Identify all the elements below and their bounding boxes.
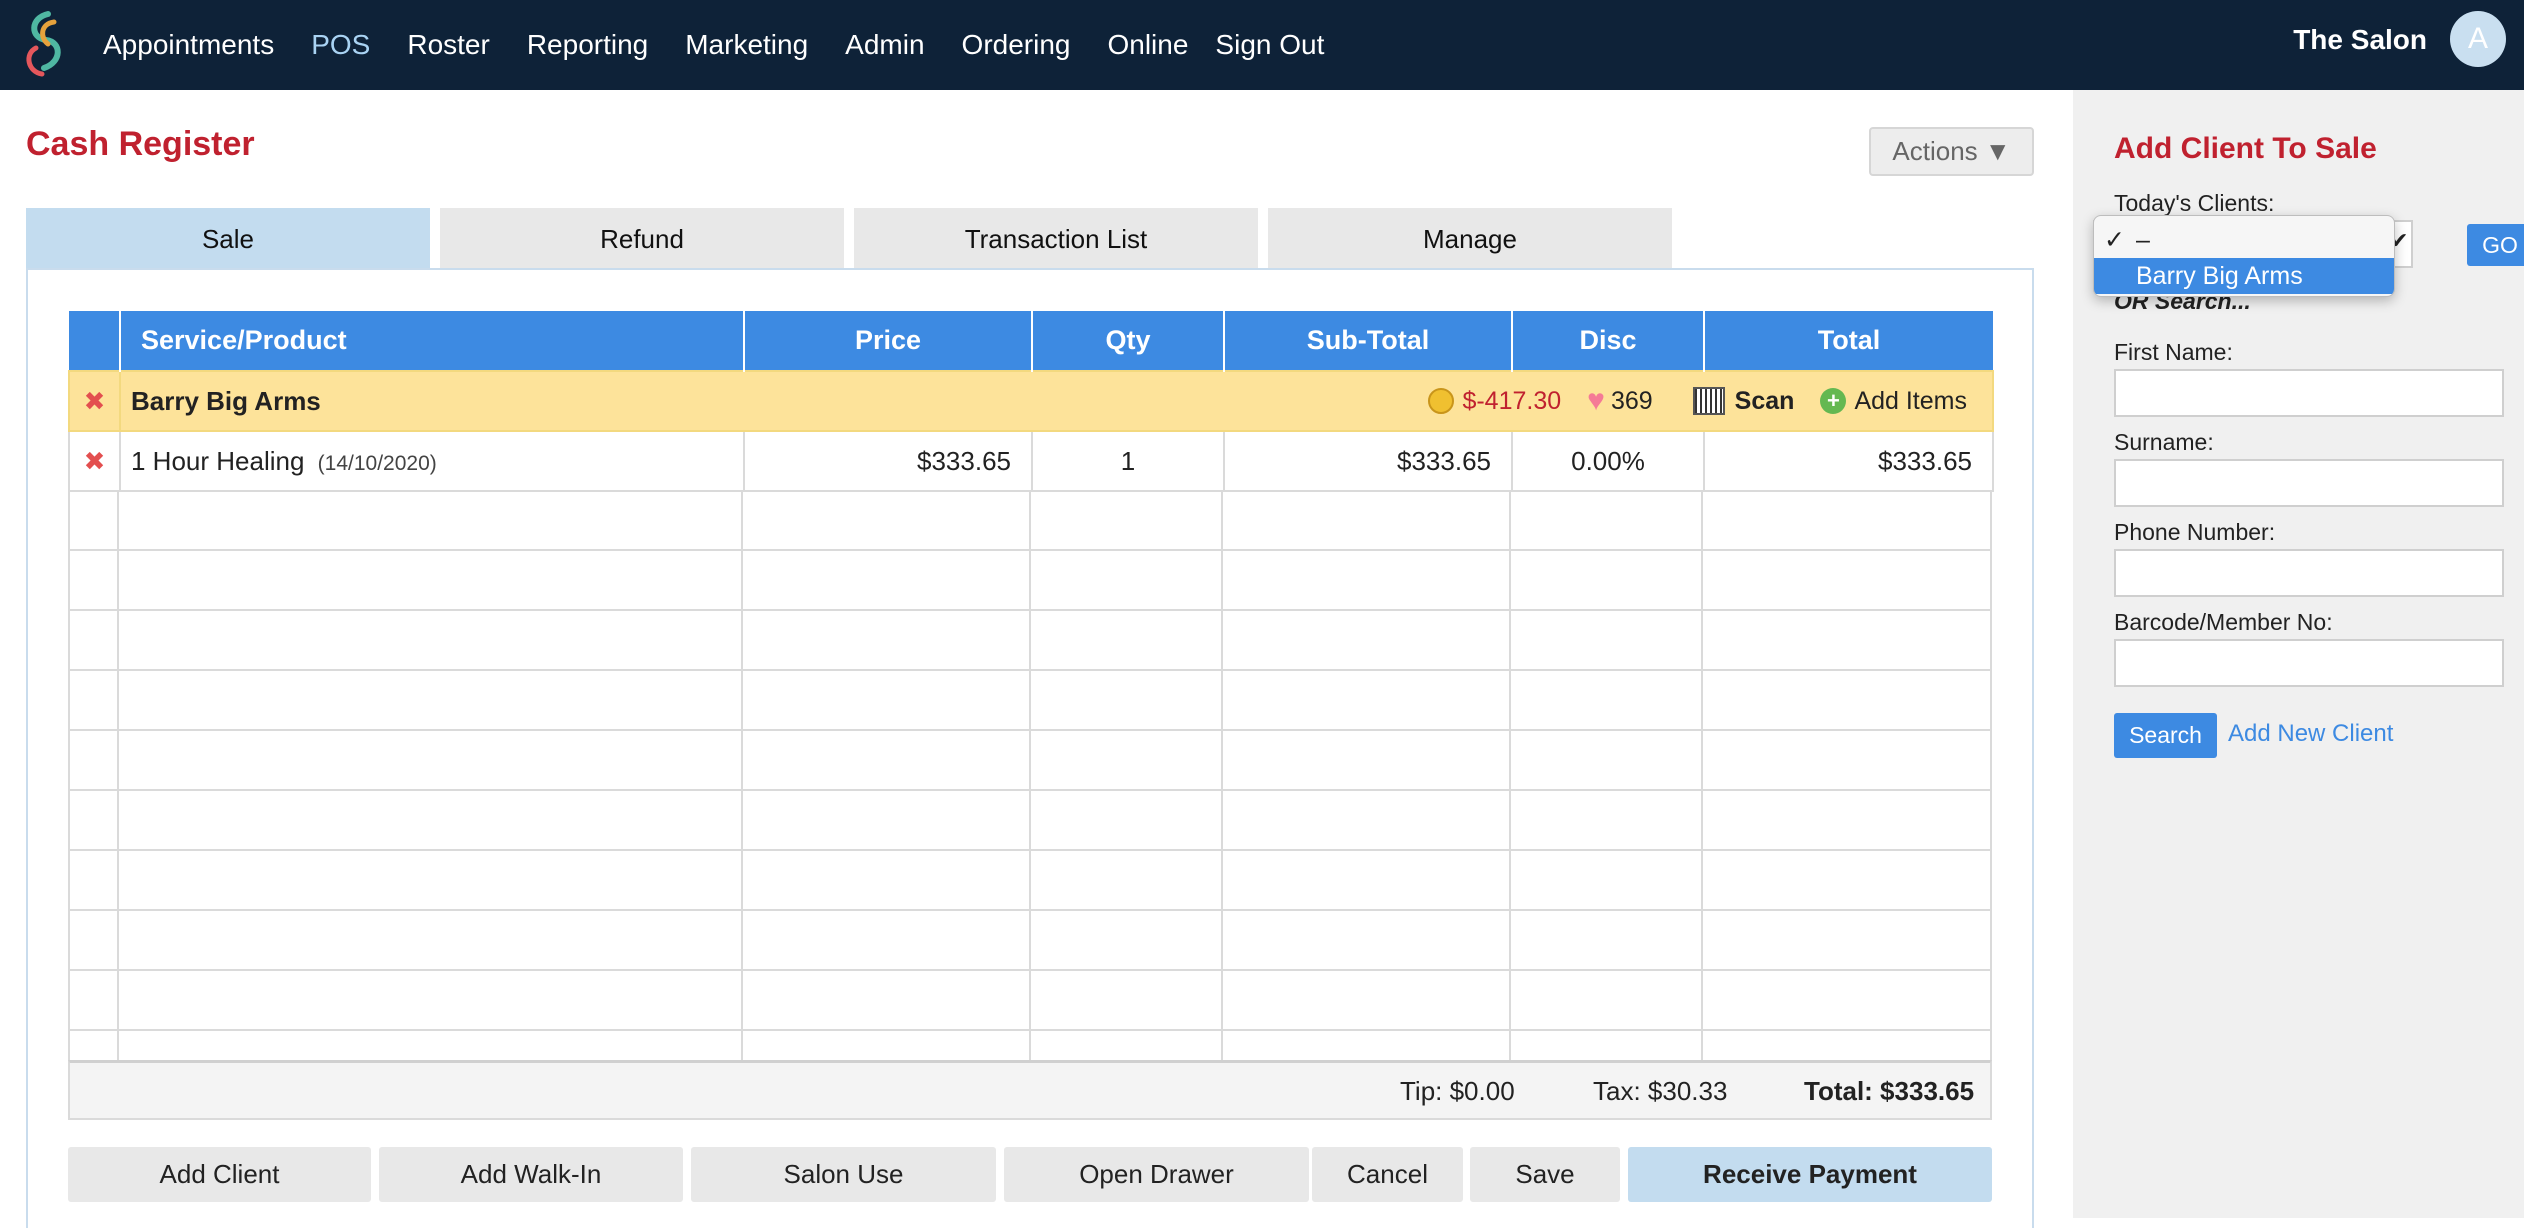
table-header-row: Service/Product Price Qty Sub-Total Disc… [69,311,1993,371]
empty-row [68,851,1992,911]
barcode-label: Barcode/Member No: [2114,609,2333,635]
page-title: Cash Register [26,125,255,163]
tab-refund[interactable]: Refund [440,208,844,270]
header-price: Price [744,311,1033,371]
go-button[interactable]: GO [2467,224,2524,266]
empty-rows [68,491,1992,1061]
heart-icon: ♥ [1587,384,1605,417]
nav-appointments[interactable]: Appointments [103,29,274,61]
client-tools: $-417.30 ♥ 369 Scan + Add Items [1402,384,1967,418]
user-avatar[interactable]: A [2450,11,2506,67]
search-button[interactable]: Search [2114,713,2217,758]
header-qty: Qty [1032,311,1225,371]
todays-clients-dropdown: ✓ – Barry Big Arms [2093,215,2395,297]
empty-row [68,491,1992,551]
scan-button[interactable]: Scan [1692,386,1795,416]
remove-client-icon[interactable]: ✖ [68,370,121,432]
dropdown-option-client[interactable]: Barry Big Arms [2094,258,2394,294]
top-nav-bar: Appointments POS Roster Reporting Market… [0,0,2524,90]
surname-label: Surname: [2114,429,2214,455]
empty-row [68,731,1992,791]
nav-pos[interactable]: POS [311,29,370,61]
add-items-label: Add Items [1854,386,1967,415]
item-disc[interactable]: 0.00% [1511,430,1705,492]
sale-table: Service/Product Price Qty Sub-Total Disc… [68,311,1994,492]
phone-input[interactable] [2114,549,2504,597]
tax-amount: Tax: $30.33 [1593,1076,1728,1106]
empty-row [68,791,1992,851]
add-items-button[interactable]: + Add Items [1820,387,1967,416]
item-name: 1 Hour Healing [131,445,305,476]
save-button[interactable]: Save [1470,1147,1620,1202]
header-disc: Disc [1512,311,1705,371]
phone-label: Phone Number: [2114,519,2276,545]
account-balance[interactable]: $-417.30 [1428,387,1561,416]
item-date: (14/10/2020) [317,451,437,475]
empty-row [68,971,1992,1031]
empty-row [68,611,1992,671]
tab-transaction-list[interactable]: Transaction List [854,208,1258,270]
nav-marketing[interactable]: Marketing [685,29,808,61]
item-total: $333.65 [1703,430,1994,492]
nav-ordering[interactable]: Ordering [962,29,1071,61]
first-name-label: First Name: [2114,339,2233,365]
item-subtotal: $333.65 [1223,430,1513,492]
tip-amount[interactable]: Tip: $0.00 [1400,1063,1515,1119]
empty-row [68,551,1992,611]
salon-use-button[interactable]: Salon Use [691,1147,996,1202]
header-delete [69,311,121,371]
nav-admin[interactable]: Admin [845,29,924,61]
empty-row [68,911,1992,971]
salon-name[interactable]: The Salon [2293,0,2427,90]
receive-payment-button[interactable]: Receive Payment [1628,1147,1992,1202]
item-price[interactable]: $333.65 [743,430,1033,492]
open-drawer-button[interactable]: Open Drawer [1004,1147,1309,1202]
add-walkin-button[interactable]: Add Walk-In [379,1147,683,1202]
client-name[interactable]: Barry Big Arms [131,386,321,417]
nav-reporting[interactable]: Reporting [527,29,648,61]
points-value: 369 [1610,386,1653,415]
app-logo-icon[interactable] [18,8,72,80]
header-subtotal: Sub-Total [1224,311,1513,371]
coins-icon [1428,388,1455,414]
add-circle-icon: + [1820,388,1847,414]
todays-clients-label: Today's Clients: [2114,190,2275,216]
header-total: Total [1704,311,1993,371]
tab-sale[interactable]: Sale [26,208,430,270]
tab-manage[interactable]: Manage [1268,208,1672,270]
add-client-button[interactable]: Add Client [68,1147,371,1202]
remove-item-icon[interactable]: ✖ [68,430,121,492]
empty-row [68,1031,1992,1061]
totals-bar: Tip: $0.00 Tax: $30.33 Total: $333.65 [68,1060,1992,1120]
client-row: ✖ Barry Big Arms $-417.30 ♥ 369 Scan + A… [68,370,1994,432]
surname-input[interactable] [2114,459,2504,507]
barcode-input[interactable] [2114,639,2504,687]
header-service-product: Service/Product [120,311,745,371]
cancel-button[interactable]: Cancel [1312,1147,1463,1202]
balance-value: $-417.30 [1462,386,1562,415]
nav-sign-out[interactable]: Sign Out [1215,29,1324,61]
actions-dropdown-button[interactable]: Actions ▼ [1869,127,2034,176]
dropdown-option-none[interactable]: ✓ – [2094,222,2394,258]
main-menu: Appointments POS Roster Reporting Market… [103,0,1361,90]
add-new-client-link[interactable]: Add New Client [2228,720,2393,748]
nav-roster[interactable]: Roster [407,29,489,61]
item-qty[interactable]: 1 [1031,430,1225,492]
nav-online[interactable]: Online [1107,29,1188,61]
empty-row [68,671,1992,731]
barcode-icon [1692,387,1725,415]
grand-total: Total: $333.65 [1804,1076,1975,1106]
first-name-input[interactable] [2114,369,2504,417]
item-name-cell: 1 Hour Healing (14/10/2020) [119,430,745,492]
table-row[interactable]: ✖ 1 Hour Healing (14/10/2020) $333.65 1 … [68,430,1994,492]
check-icon: ✓ [2104,226,2125,254]
sidebar-title: Add Client To Sale [2114,132,2377,165]
scan-label: Scan [1734,386,1795,415]
loyalty-points[interactable]: ♥ 369 [1587,384,1653,418]
